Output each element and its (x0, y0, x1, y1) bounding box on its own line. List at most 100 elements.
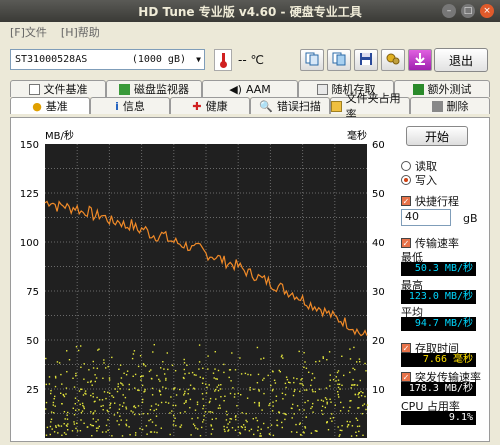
access-time-dot (192, 423, 195, 425)
access-time-dot (356, 384, 359, 386)
short-stroke-checkbox[interactable]: ✓ 快捷行程 (401, 193, 459, 209)
access-time-dot (93, 401, 96, 403)
access-time-dot (140, 375, 143, 377)
maximize-button[interactable]: □ (461, 4, 475, 18)
tab-health[interactable]: ✚ 健康 (170, 97, 250, 114)
access-time-dot (328, 351, 331, 353)
access-time-dot (203, 419, 205, 421)
close-button[interactable]: × (480, 4, 494, 18)
access-time-dot (339, 434, 341, 436)
tab-info[interactable]: i 信息 (90, 97, 170, 114)
access-time-dot (271, 370, 274, 372)
access-time-dot (300, 434, 302, 436)
access-time-dot (144, 390, 146, 392)
access-time-dot (335, 376, 337, 378)
access-time-dot (353, 346, 355, 349)
access-time-dot (194, 425, 196, 427)
access-time-dot (304, 389, 306, 391)
copy-screen-button[interactable] (327, 49, 351, 71)
access-time-dot (311, 389, 314, 391)
access-time-dot (88, 369, 90, 371)
access-time-dot (183, 362, 186, 364)
access-time-dot (75, 409, 77, 411)
tab-file-benchmark[interactable]: 文件基准 (10, 80, 106, 97)
access-time-dot (92, 392, 94, 395)
access-time-dot (118, 368, 120, 370)
access-time-dot (225, 410, 228, 413)
access-time-dot (208, 401, 211, 404)
benchmark-chart: MB/秒 毫秒 150 125 100 75 50 25 60 50 40 30 20 10 (13, 128, 385, 442)
access-time-dot (326, 403, 328, 405)
access-time-dot (52, 401, 55, 404)
access-time-dot (173, 414, 175, 417)
tab-folder-usage[interactable]: 文件夹占用率 (330, 92, 410, 121)
access-time-dot (53, 398, 55, 400)
short-stroke-input[interactable]: 40 (401, 209, 451, 226)
access-time-dot (216, 386, 218, 388)
access-time-dot (223, 371, 225, 374)
access-time-dot (283, 412, 285, 415)
access-time-dot (194, 409, 197, 411)
access-time-dot (257, 429, 259, 432)
minimize-button[interactable]: – (442, 4, 456, 18)
access-time-dot (106, 409, 108, 412)
right-tick-label: 30 (372, 287, 385, 298)
access-time-dot (162, 361, 164, 363)
access-time-dot (134, 434, 137, 436)
access-time-dot (172, 404, 174, 407)
access-time-dot (303, 409, 305, 411)
access-time-dot (76, 422, 78, 424)
access-time-dot (89, 423, 92, 426)
copy-text-button[interactable] (300, 49, 324, 71)
access-time-dot (113, 414, 116, 416)
write-radio[interactable]: 写入 (401, 172, 437, 188)
tab-erase[interactable]: 删除 (410, 97, 490, 114)
access-time-dot (100, 405, 102, 407)
access-time-dot (132, 353, 135, 355)
access-time-dot (220, 396, 222, 398)
access-time-dot (65, 433, 67, 435)
access-time-dot (239, 357, 241, 359)
access-time-dot (296, 378, 298, 380)
access-time-dot (149, 409, 152, 411)
access-time-dot (245, 412, 247, 415)
access-time-dot (79, 430, 82, 432)
download-button[interactable] (408, 49, 432, 71)
access-time-dot (50, 411, 53, 413)
access-time-dot (150, 405, 153, 407)
options-button[interactable] (381, 49, 405, 71)
access-time-dot (234, 416, 237, 418)
menu-help[interactable]: [H]帮助 (61, 24, 100, 40)
access-time-dot (247, 373, 249, 376)
access-time-dot (352, 384, 354, 386)
tab-error-scan[interactable]: 🔍 错误扫描 (250, 97, 330, 114)
access-time-dot (211, 411, 214, 414)
access-time-dot (131, 357, 134, 360)
access-time-dot (349, 400, 351, 402)
access-time-dot (129, 434, 131, 436)
save-button[interactable] (354, 49, 378, 71)
access-time-dot (322, 413, 324, 415)
tab-aam[interactable]: ◀) AAM (202, 80, 298, 97)
access-time-dot (292, 394, 295, 397)
access-time-dot (155, 408, 158, 411)
access-time-dot (116, 411, 119, 414)
access-time-dot (45, 401, 48, 404)
access-time-dot (339, 429, 341, 431)
access-time-dot (138, 389, 140, 392)
access-time-dot (110, 402, 112, 404)
tab-disk-monitor[interactable]: 磁盘监视器 (106, 80, 202, 97)
access-time-dot (263, 422, 265, 425)
access-time-dot (346, 420, 348, 423)
access-time-dot (270, 424, 273, 426)
tab-benchmark[interactable]: ● 基准 (10, 97, 90, 114)
access-time-dot (365, 408, 367, 411)
drive-select[interactable]: ST31000528AS (1000 gB) ▼ (10, 49, 205, 70)
right-axis-unit: 毫秒 (347, 129, 367, 142)
access-time-dot (362, 392, 364, 394)
access-time-dot (331, 420, 333, 422)
start-button[interactable]: 开始 (406, 126, 468, 146)
menu-file[interactable]: [F]文件 (10, 24, 47, 40)
exit-button[interactable]: 退出 (434, 48, 488, 72)
access-time-dot (255, 417, 257, 419)
